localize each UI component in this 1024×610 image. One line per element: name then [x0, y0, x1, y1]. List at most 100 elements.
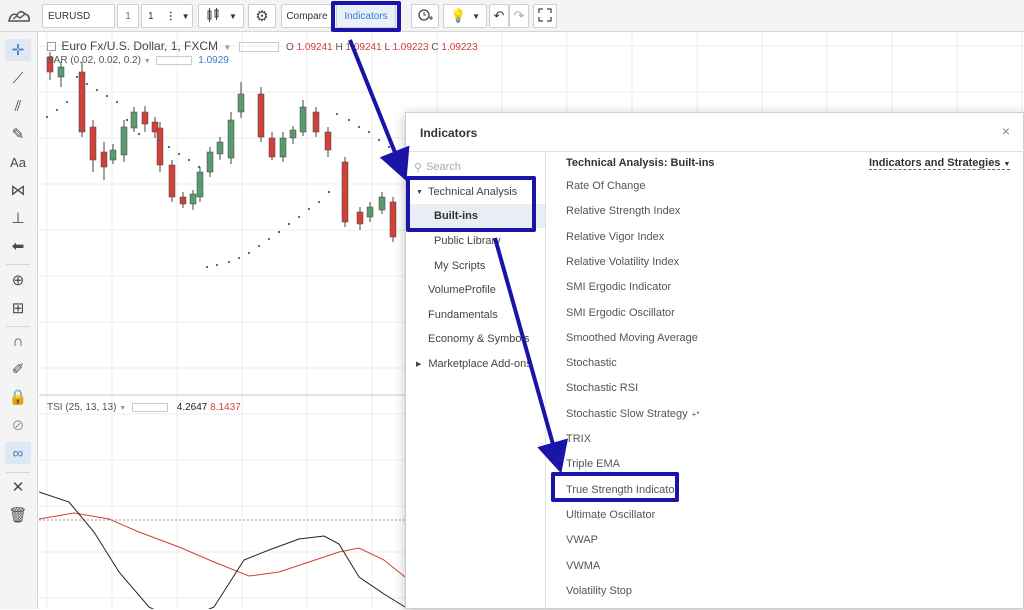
- sar-dot: [367, 130, 371, 134]
- fullscreen-button[interactable]: [533, 4, 557, 28]
- legend-buttons[interactable]: [131, 402, 168, 412]
- sync-tool[interactable]: ∞: [5, 442, 31, 464]
- list-item[interactable]: SMI Ergodic Oscillator: [566, 307, 675, 319]
- candle-body: [341, 161, 349, 223]
- text-tool[interactable]: Aa: [5, 151, 31, 173]
- remove-tools[interactable]: ✕: [5, 476, 31, 498]
- back-tool[interactable]: ⬅: [5, 235, 31, 257]
- nav-marketplace[interactable]: ▶ Marketplace Add-ons: [406, 352, 545, 376]
- sar-dot: [177, 152, 181, 156]
- cloud-logo-icon[interactable]: [6, 6, 32, 26]
- nav-my-scripts[interactable]: My Scripts: [406, 254, 545, 278]
- trend-line-tool[interactable]: ⟋: [5, 67, 31, 89]
- sar-dot: [115, 100, 119, 104]
- gear-icon: ⚙: [255, 8, 269, 25]
- pencil-lock-icon: ✐: [11, 361, 25, 378]
- lock-tool[interactable]: 🔒: [5, 386, 31, 408]
- candle-body: [206, 151, 214, 173]
- list-item-label: Relative Strength Index: [566, 205, 681, 218]
- list-item[interactable]: Ultimate Oscillator: [566, 509, 655, 521]
- sar-dot: [215, 263, 219, 267]
- sar-dot: [95, 88, 99, 92]
- list-item[interactable]: Smoothed Moving Average: [566, 332, 698, 344]
- sar-dot: [257, 244, 261, 248]
- high-value: 1.09241: [345, 42, 382, 53]
- nav-label: Economy & Symbols: [428, 333, 530, 345]
- undo-button[interactable]: ↶: [489, 4, 509, 28]
- ideas-button[interactable]: 💡 ▼: [443, 4, 487, 28]
- list-header: Technical Analysis: Built-ins: [566, 157, 715, 169]
- list-item[interactable]: Stochastic: [566, 357, 617, 369]
- list-item-label: VWMA: [566, 559, 601, 572]
- prediction-tool[interactable]: ⊥: [5, 207, 31, 229]
- sar-dot: [287, 222, 291, 226]
- crosshair-tool[interactable]: ✛: [5, 39, 31, 61]
- list-item[interactable]: Stochastic Slow Strategy +*: [566, 408, 699, 420]
- list-item[interactable]: Rate Of Change: [566, 180, 646, 192]
- measure-tool[interactable]: ⊞: [5, 297, 31, 319]
- fib-tool[interactable]: ⫽: [5, 95, 31, 117]
- list-item[interactable]: Triple EMA: [566, 458, 620, 470]
- sar-dot: [197, 165, 201, 169]
- search-field[interactable]: ⚲ Search: [414, 158, 538, 176]
- compare-button[interactable]: Compare: [281, 4, 333, 28]
- sar-dot: [335, 112, 339, 116]
- list-item[interactable]: TRIX: [566, 433, 591, 445]
- stay-drawing-tool[interactable]: ✐: [5, 358, 31, 380]
- interval-button[interactable]: 1: [117, 4, 139, 28]
- nav-public-library[interactable]: Public Library: [406, 229, 545, 253]
- sar-label: SAR (0.02, 0.02, 0.2): [47, 55, 141, 66]
- list-item[interactable]: SMI Ergodic Indicator: [566, 281, 671, 293]
- nav-volume-profile[interactable]: VolumeProfile: [406, 278, 545, 302]
- toolbar-divider: [6, 472, 30, 473]
- candle-body: [312, 111, 320, 133]
- list-item[interactable]: Relative Vigor Index: [566, 231, 664, 243]
- legend-buttons[interactable]: [238, 41, 279, 52]
- list-item[interactable]: Volatility Stop: [566, 585, 632, 597]
- symbol-text: EURUSD: [48, 10, 91, 22]
- dialog-title: Indicators: [420, 126, 478, 140]
- list-item[interactable]: VWAP: [566, 534, 598, 546]
- brush-tool[interactable]: ✎: [5, 123, 31, 145]
- caret-right-icon: ▶: [416, 361, 422, 368]
- nav-fundamentals[interactable]: Fundamentals: [406, 303, 545, 327]
- chevron-down-icon[interactable]: ▼: [144, 58, 151, 65]
- symbol-input[interactable]: EURUSD: [42, 4, 115, 28]
- chevron-down-icon[interactable]: ▼: [119, 405, 126, 412]
- interval-text: 1: [125, 10, 131, 22]
- sar-dot: [307, 207, 311, 211]
- list-item[interactable]: VWMA: [566, 560, 600, 572]
- zoom-tool[interactable]: ⊕: [5, 269, 31, 291]
- redo-button[interactable]: ↷: [509, 4, 529, 28]
- settings-button[interactable]: ⚙: [248, 4, 276, 28]
- pattern-icon: ⋈: [10, 182, 26, 199]
- trash-icon: 🗑: [8, 507, 28, 524]
- filter-dropdown[interactable]: Indicators and Strategies ▼: [869, 157, 1011, 170]
- hide-tool[interactable]: ⊘: [5, 414, 31, 436]
- lock-icon: 🔒: [8, 389, 28, 406]
- chevron-down-icon: ▼: [472, 11, 481, 21]
- add-alert-button[interactable]: [411, 4, 439, 28]
- magnet-tool[interactable]: ∩: [5, 330, 31, 352]
- list-item[interactable]: Relative Volatility Index: [566, 256, 679, 268]
- chevron-down-icon[interactable]: ▼: [223, 43, 231, 52]
- interval-dropdown[interactable]: 1 ⋮ ▼: [141, 4, 193, 28]
- chart-type-button[interactable]: ▼: [198, 4, 244, 28]
- sar-dot: [157, 138, 161, 142]
- delete-tool[interactable]: 🗑: [5, 504, 31, 526]
- nav-economy[interactable]: Economy & Symbols: [406, 327, 545, 351]
- collapse-icon[interactable]: [47, 42, 56, 52]
- candle-body: [299, 106, 307, 133]
- list-item-label: SMI Ergodic Oscillator: [566, 306, 675, 319]
- search-icon: ⚲: [414, 161, 423, 174]
- candle-body: [57, 66, 65, 78]
- legend-buttons[interactable]: [156, 55, 193, 65]
- magnet-icon: ∩: [12, 332, 24, 350]
- close-icon[interactable]: ×: [998, 123, 1014, 139]
- pattern-tool[interactable]: ⋈: [5, 179, 31, 201]
- sar-dot: [105, 94, 109, 98]
- sar-value: 1.0929: [198, 55, 229, 66]
- nav-label: Marketplace Add-ons: [428, 358, 532, 370]
- list-item[interactable]: Relative Strength Index: [566, 205, 680, 217]
- list-item[interactable]: Stochastic RSI: [566, 382, 638, 394]
